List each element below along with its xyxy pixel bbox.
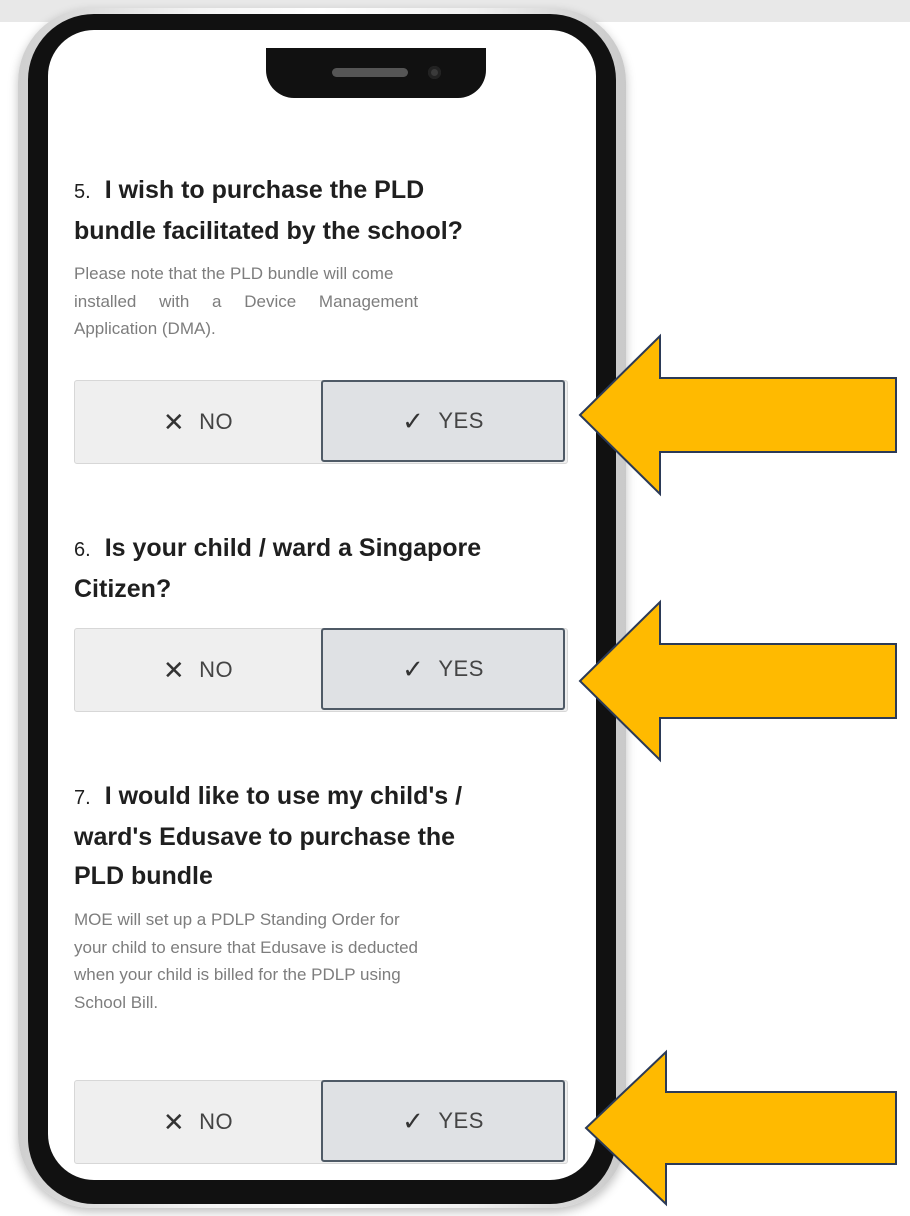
question-5-note: Please note that the PLD bundle will com…	[74, 260, 566, 343]
note-line: when your child is billed for the PDLP u…	[74, 965, 401, 984]
no-label: NO	[199, 1109, 234, 1134]
question-5-choice-group: ✕ NO ✓ YES	[74, 380, 568, 464]
question-7-choice-group: ✕ NO ✓ YES	[74, 1080, 568, 1164]
camera-icon	[428, 66, 441, 79]
yes-label: YES	[438, 1108, 484, 1133]
yes-label: YES	[438, 656, 484, 681]
question-7-no-button[interactable]: ✕ NO	[75, 1081, 321, 1163]
question-6-line-2: Citizen?	[74, 575, 172, 603]
note-line: installed with a Device Management	[74, 291, 419, 311]
yes-label: YES	[438, 408, 484, 433]
question-5-no-button[interactable]: ✕ NO	[75, 381, 321, 463]
note-line: MOE will set up a PDLP Standing Order fo…	[74, 910, 400, 929]
left-arrow-icon	[578, 333, 897, 497]
close-icon: ✕	[162, 406, 186, 437]
question-7-title: 7. I would like to use my child's / ward'…	[74, 777, 566, 896]
note-line: Please note that the PLD bundle will com…	[74, 264, 394, 283]
question-7-yes-button[interactable]: ✓ YES	[321, 1080, 565, 1162]
question-6-no-button[interactable]: ✕ NO	[75, 629, 321, 711]
question-7-line-2: ward's Edusave to purchase the	[74, 823, 456, 851]
left-arrow-icon	[578, 599, 897, 763]
question-6-yes-button[interactable]: ✓ YES	[321, 628, 565, 710]
question-6-line-1: 6. Is your child / ward a Singapore	[74, 534, 482, 562]
question-6-choice-group: ✕ NO ✓ YES	[74, 628, 568, 712]
check-icon: ✓	[402, 653, 425, 684]
note-line: your child to ensure that Edusave is ded…	[74, 937, 418, 957]
no-label: NO	[199, 409, 234, 434]
question-5-number: 5.	[74, 181, 91, 203]
left-arrow-icon	[584, 1049, 897, 1207]
question-7-number: 7.	[74, 787, 91, 809]
check-icon: ✓	[402, 405, 425, 436]
question-6-number: 6.	[74, 539, 91, 561]
question-6-title: 6. Is your child / ward a Singapore Citiz…	[74, 529, 566, 609]
arrow-shape	[578, 599, 897, 763]
question-5-title: 5. I wish to purchase the PLD bundle faci…	[74, 171, 566, 251]
question-7-note: MOE will set up a PDLP Standing Order fo…	[74, 906, 566, 1016]
no-label: NO	[199, 657, 234, 682]
question-7-line-3: PLD bundle	[74, 862, 213, 890]
close-icon: ✕	[162, 654, 186, 685]
speaker-icon	[332, 68, 408, 77]
note-line: Application (DMA).	[74, 319, 216, 338]
arrow-shape	[584, 1049, 897, 1207]
question-5-yes-button[interactable]: ✓ YES	[321, 380, 565, 462]
close-icon: ✕	[162, 1106, 186, 1137]
question-7-line-1: 7. I would like to use my child's /	[74, 782, 463, 810]
note-line: School Bill.	[74, 992, 159, 1012]
check-icon: ✓	[402, 1105, 425, 1136]
arrow-shape	[578, 333, 897, 497]
question-5-line-1: 5. I wish to purchase the PLD	[74, 176, 425, 204]
question-5-line-2: bundle facilitated by the school?	[74, 217, 463, 245]
